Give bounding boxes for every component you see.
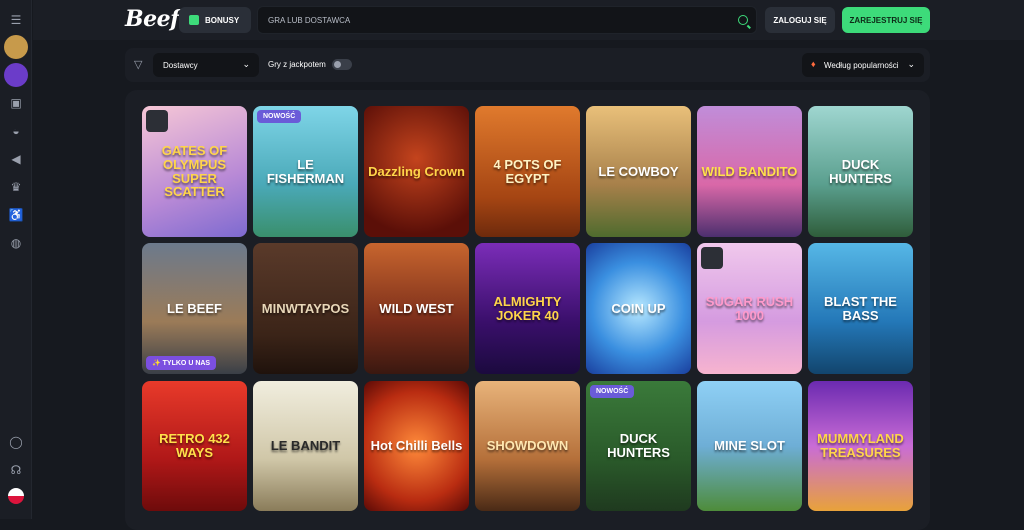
jackpot-filter: Gry z jackpotem <box>268 59 352 70</box>
logo[interactable]: Beef <box>125 6 180 32</box>
sort-label: Według popularności <box>824 60 899 70</box>
chevron-down-icon: ⌄ <box>907 59 915 69</box>
side-rail: ☰ ▣ ◒ ◀ ♛ ♿ ◍ ◯ ☊ <box>0 0 32 519</box>
megaphone-icon[interactable]: ◀ <box>4 147 28 171</box>
game-tile[interactable]: MINWTAYPOS <box>253 243 358 374</box>
game-tile[interactable]: LE BANDIT <box>253 381 358 511</box>
flag-pl-icon[interactable] <box>8 488 24 504</box>
game-tile[interactable]: DUCK HUNTERS NOWOŚĆ <box>586 381 691 511</box>
login-button[interactable]: ZALOGUJ SIĘ <box>765 7 835 33</box>
bonus-label: BONUSY <box>205 15 240 25</box>
fire-icon: ♦ <box>811 59 816 69</box>
gift-icon <box>189 15 199 25</box>
game-title: DUCK HUNTERS <box>829 156 892 186</box>
game-tile[interactable]: MUMMYLAND TREASURES <box>808 381 913 511</box>
search-input[interactable] <box>258 7 718 33</box>
filter-icon: ▽ <box>134 59 143 71</box>
game-tile[interactable]: RETRO 432 WAYS <box>142 381 247 511</box>
jackpot-toggle[interactable] <box>331 59 352 70</box>
top-header: Beef BONUSY ZALOGUJ SIĘ ZAREJESTRUJ SIĘ <box>33 0 1024 40</box>
game-title: BLAST THE BASS <box>824 293 897 323</box>
game-tile[interactable]: ALMIGHTY JOKER 40 <box>475 243 580 374</box>
game-tile[interactable]: DUCK HUNTERS <box>808 106 913 237</box>
bonus-button[interactable]: BONUSY <box>179 7 251 33</box>
game-tile[interactable]: LE FISHERMAN NOWOŚĆ <box>253 106 358 237</box>
providers-dropdown[interactable]: Dostawcy ⌄ <box>153 53 259 77</box>
provider-logo <box>701 247 723 269</box>
game-title: RETRO 432 WAYS <box>159 431 230 460</box>
register-button[interactable]: ZAREJESTRUJ SIĘ <box>842 7 930 33</box>
new-badge: NOWOŚĆ <box>257 110 302 123</box>
game-tile[interactable]: 4 POTS OF EGYPT <box>475 106 580 237</box>
game-tile[interactable]: WILD WEST <box>364 243 469 374</box>
game-title: DUCK HUNTERS <box>607 431 670 460</box>
globe-icon[interactable]: ◍ <box>4 231 28 255</box>
game-title: LE COWBOY <box>598 163 679 179</box>
casino-icon[interactable] <box>4 35 28 59</box>
game-title: ALMIGHTY JOKER 40 <box>493 293 562 323</box>
chevron-down-icon: ⌄ <box>242 59 250 69</box>
game-title: MINWTAYPOS <box>261 300 350 316</box>
game-title: LE FISHERMAN <box>266 156 345 186</box>
game-title: MUMMYLAND TREASURES <box>817 431 904 460</box>
game-title: LE BANDIT <box>270 438 341 454</box>
game-tile[interactable]: SHOWDOWN <box>475 381 580 511</box>
game-title: LE BEEF <box>167 300 222 316</box>
search-box <box>257 6 757 34</box>
accessibility-icon[interactable]: ♿ <box>4 203 28 227</box>
game-tile[interactable]: Hot Chilli Bells <box>364 381 469 511</box>
gift-icon[interactable]: ▣ <box>4 91 28 115</box>
game-title: GATES OF OLYMPUS SUPER SCATTER <box>161 143 228 200</box>
game-title: WILD BANDITO <box>701 163 798 179</box>
providers-label: Dostawcy <box>163 60 198 70</box>
game-tile[interactable]: MINE SLOT <box>697 381 802 511</box>
game-title: 4 POTS OF EGYPT <box>493 156 562 186</box>
game-tile[interactable]: LE BEEF ✨ TYLKO U NAS <box>142 243 247 374</box>
game-title: WILD WEST <box>379 300 454 316</box>
basket-icon[interactable]: ◒ <box>4 119 28 143</box>
game-title: COIN UP <box>611 300 666 316</box>
game-tile[interactable]: LE COWBOY <box>586 106 691 237</box>
game-title: SUGAR RUSH 1000 <box>705 293 794 323</box>
sports-icon[interactable] <box>4 63 28 87</box>
game-title: SHOWDOWN <box>486 438 569 454</box>
crown-icon[interactable]: ♛ <box>4 175 28 199</box>
games-grid: GATES OF OLYMPUS SUPER SCATTER LE FISHERM… <box>125 90 930 530</box>
game-tile[interactable]: BLAST THE BASS <box>808 243 913 374</box>
game-title: MINE SLOT <box>714 438 785 454</box>
provider-logo <box>146 110 168 132</box>
search-icon[interactable] <box>738 15 748 25</box>
game-tile[interactable]: SUGAR RUSH 1000 <box>697 243 802 374</box>
game-tile[interactable]: WILD BANDITO <box>697 106 802 237</box>
support-icon[interactable]: ☊ <box>4 458 28 482</box>
menu-toggle-icon[interactable]: ☰ <box>4 8 28 32</box>
game-tile[interactable]: Dazzling Crown <box>364 106 469 237</box>
user-icon[interactable]: ◯ <box>4 430 28 454</box>
exclusive-badge: ✨ TYLKO U NAS <box>146 356 217 370</box>
new-badge: NOWOŚĆ <box>590 385 635 398</box>
game-tile[interactable]: COIN UP <box>586 243 691 374</box>
filter-bar: ▽ Dostawcy ⌄ Gry z jackpotem ♦ Według po… <box>125 48 930 82</box>
game-tile[interactable]: GATES OF OLYMPUS SUPER SCATTER <box>142 106 247 237</box>
game-title: Dazzling Crown <box>368 163 465 179</box>
game-title: Hot Chilli Bells <box>370 438 463 454</box>
sort-dropdown[interactable]: ♦ Według popularności ⌄ <box>802 53 924 77</box>
jackpot-label: Gry z jackpotem <box>268 60 326 69</box>
